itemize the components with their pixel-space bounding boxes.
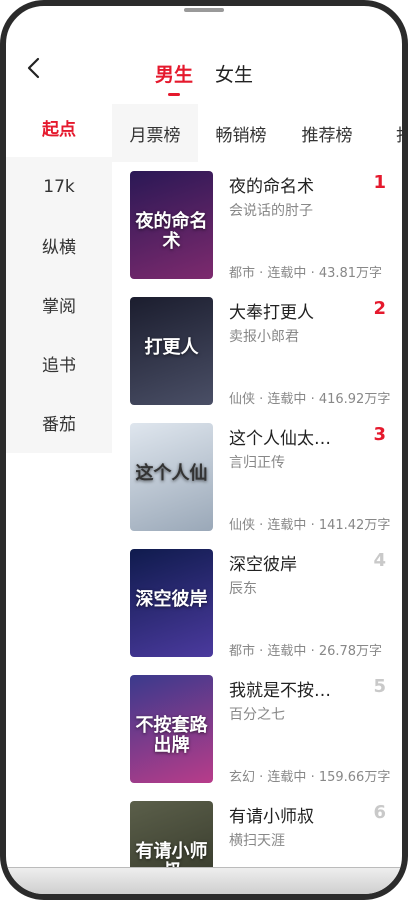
separator-dot: ·	[255, 770, 268, 785]
book-cover[interactable]: 不按套路出牌	[130, 675, 213, 783]
book-title[interactable]: 这个人仙太…	[229, 424, 331, 449]
header: 男生 女生	[6, 6, 402, 98]
separator-dot: ·	[306, 644, 319, 659]
book-status: 连载中	[267, 392, 307, 407]
sidebar-item-fanqie[interactable]: 番茄	[6, 393, 112, 452]
separator-dot: ·	[306, 518, 319, 533]
book-cover[interactable]: 这个人仙	[130, 423, 213, 531]
book-meta: 都市 · 连载中 · 26.78万字	[229, 640, 382, 659]
separator-dot: ·	[255, 518, 268, 533]
cover-title-art: 不按套路出牌	[135, 715, 208, 757]
book-status: 连载中	[267, 518, 307, 533]
book-list-item[interactable]: 深空彼岸 深空彼岸 辰东 都市 · 连载中 · 26.78万字 4	[112, 544, 402, 670]
separator-dot: ·	[255, 392, 268, 407]
book-author: 会说话的肘子	[229, 203, 313, 219]
book-title[interactable]: 大奉打更人	[229, 298, 314, 323]
tab-male[interactable]: 男生	[155, 60, 193, 87]
sidebar-item-zhangyue[interactable]: 掌阅	[6, 275, 112, 334]
book-status: 连载中	[267, 644, 307, 659]
cover-title-art: 这个人仙	[135, 463, 208, 485]
tab-monthly-ticket[interactable]: 月票榜	[112, 104, 198, 162]
rank-number: 1	[373, 172, 386, 193]
book-cover[interactable]: 打更人	[130, 297, 213, 405]
book-author: 辰东	[229, 581, 257, 597]
book-category: 仙侠	[229, 518, 256, 533]
book-author: 横扫天涯	[229, 833, 285, 849]
book-meta: 仙侠 · 连载中 · 416.92万字	[229, 388, 390, 407]
book-author: 卖报小郎君	[229, 329, 299, 345]
book-category: 都市	[229, 644, 256, 659]
book-author: 言归正传	[229, 455, 285, 471]
cover-title-art: 夜的命名术	[135, 211, 208, 253]
book-word-count: 43.81万字	[318, 266, 383, 281]
separator-dot: ·	[306, 266, 319, 281]
book-cover[interactable]: 有请小师叔	[130, 801, 213, 894]
rank-number: 3	[373, 424, 386, 445]
book-category: 玄幻	[229, 770, 256, 785]
book-meta: 仙侠 · 连载中 · 141.42万字	[229, 514, 390, 533]
book-word-count: 159.66万字	[318, 770, 391, 785]
book-meta: 都市 · 连载中 · 43.81万字	[229, 262, 382, 281]
rank-tabs: 月票榜 畅销榜 推荐榜 打赏	[112, 104, 402, 162]
book-list-item[interactable]: 有请小师叔 有请小师叔 横扫天涯 6	[112, 796, 402, 894]
rank-number: 4	[373, 550, 386, 571]
rank-number: 5	[373, 676, 386, 697]
book-title[interactable]: 我就是不按…	[229, 676, 331, 701]
cover-title-art: 打更人	[144, 337, 199, 359]
gender-tabs: 男生 女生	[6, 60, 402, 87]
separator-dot: ·	[255, 266, 268, 281]
sidebar-item-17k[interactable]: 17k	[6, 157, 112, 216]
sidebar-item-zongheng[interactable]: 纵横	[6, 216, 112, 275]
book-category: 仙侠	[229, 392, 256, 407]
cover-title-art: 深空彼岸	[135, 589, 208, 611]
phone-frame: 男生 女生 起点 17k 纵横 掌阅 追书 番茄 月票榜 畅销榜 推荐榜 打赏 …	[0, 0, 408, 900]
sidebar-item-zhuishu[interactable]: 追书	[6, 334, 112, 393]
book-category: 都市	[229, 266, 256, 281]
book-list: 夜的命名术 夜的命名术 会说话的肘子 都市 · 连载中 · 43.81万字 1 …	[112, 166, 402, 894]
book-title[interactable]: 夜的命名术	[229, 172, 314, 197]
book-word-count: 416.92万字	[318, 392, 391, 407]
book-list-item[interactable]: 不按套路出牌 我就是不按… 百分之七 玄幻 · 连载中 · 159.66万字 5	[112, 670, 402, 796]
book-list-item[interactable]: 打更人 大奉打更人 卖报小郎君 仙侠 · 连载中 · 416.92万字 2	[112, 292, 402, 418]
tab-recommend[interactable]: 推荐榜	[284, 104, 370, 162]
rank-number: 2	[373, 298, 386, 319]
book-list-item[interactable]: 夜的命名术 夜的命名术 会说话的肘子 都市 · 连载中 · 43.81万字 1	[112, 166, 402, 292]
tab-bestseller[interactable]: 畅销榜	[198, 104, 284, 162]
source-sidebar: 起点 17k 纵横 掌阅 追书 番茄	[6, 98, 112, 453]
book-list-item[interactable]: 这个人仙 这个人仙太… 言归正传 仙侠 · 连载中 · 141.42万字 3	[112, 418, 402, 544]
tab-reward[interactable]: 打赏	[370, 104, 402, 162]
book-title[interactable]: 有请小师叔	[229, 802, 314, 827]
book-author: 百分之七	[229, 707, 285, 723]
book-title[interactable]: 深空彼岸	[229, 550, 297, 575]
book-meta: 玄幻 · 连载中 · 159.66万字	[229, 766, 390, 785]
book-cover[interactable]: 深空彼岸	[130, 549, 213, 657]
tab-female[interactable]: 女生	[215, 60, 253, 87]
book-word-count: 26.78万字	[318, 644, 383, 659]
book-status: 连载中	[267, 266, 307, 281]
separator-dot: ·	[306, 770, 319, 785]
book-cover[interactable]: 夜的命名术	[130, 171, 213, 279]
separator-dot: ·	[306, 392, 319, 407]
book-word-count: 141.42万字	[318, 518, 391, 533]
cover-title-art: 有请小师叔	[135, 841, 208, 883]
sidebar-item-qidian[interactable]: 起点	[6, 98, 112, 157]
separator-dot: ·	[255, 644, 268, 659]
rank-number: 6	[373, 802, 386, 823]
book-status: 连载中	[267, 770, 307, 785]
